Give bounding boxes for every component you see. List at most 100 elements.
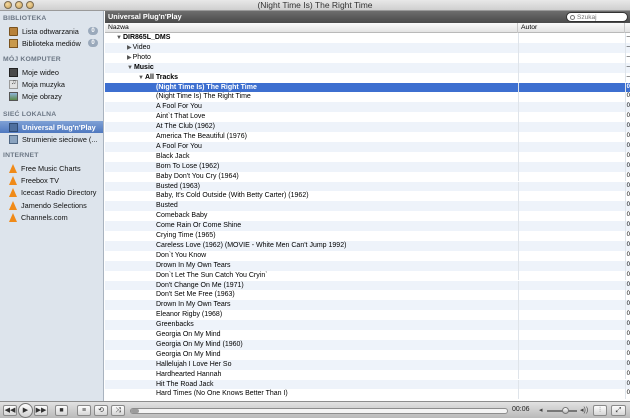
volume-high-icon: ◂)) [580, 407, 589, 414]
track-row[interactable]: Black Jack 0 [105, 151, 630, 162]
sidebar-item[interactable]: Icecast Radio Directory [0, 187, 103, 199]
previous-button[interactable]: ◀◀ [3, 405, 17, 416]
sidebar-item-label: Jamendo Selections [21, 200, 87, 210]
volume-slider-knob[interactable] [561, 407, 569, 414]
track-row[interactable]: Hallelujah I Love Her So 0 [105, 359, 630, 370]
tree-row[interactable]: ▶Video – [105, 42, 630, 53]
media-list[interactable]: ▼DIR865L_DMS – ▶Video – ▶Photo – ▼Music – ▼All T… [105, 33, 630, 401]
fullscreen-button[interactable]: ⤢ [611, 405, 626, 416]
extra-cell: 0 [625, 92, 630, 103]
sidebar-item[interactable]: Biblioteka mediów 0 [0, 37, 103, 49]
equalizer-button[interactable]: ⫶ [593, 405, 607, 416]
track-row[interactable]: Don't Change On Me (1971) 0 [105, 280, 630, 291]
stop-button[interactable]: ■ [55, 405, 68, 416]
next-button[interactable]: ▶▶ [34, 405, 48, 416]
column-header-name[interactable]: Nazwa [105, 23, 518, 33]
track-title: Don`t Let The Sun Catch You Cryin` [156, 271, 268, 279]
sidebar-item[interactable]: Moja muzyka [0, 78, 103, 90]
track-row[interactable]: At The Club (1962) 0 [105, 122, 630, 132]
extra-cell: – [625, 42, 630, 53]
disclosure-expanded-icon[interactable]: ▼ [127, 65, 133, 71]
author-cell [518, 290, 625, 301]
extra-cell: 0 [625, 389, 630, 400]
stop-icon: ■ [59, 407, 64, 414]
track-row[interactable]: Come Rain Or Come Shine 0 [105, 221, 630, 231]
sidebar-item[interactable]: Moje obrazy [0, 91, 103, 103]
progress-fill [131, 409, 139, 413]
track-title: Georgia On My Mind (1960) [156, 340, 243, 348]
track-row[interactable]: Baby Don't You Cry (1964) 0 [105, 171, 630, 182]
tree-row[interactable]: ▶Photo – [105, 52, 630, 63]
disclosure-expanded-icon[interactable]: ▼ [116, 35, 122, 41]
track-row[interactable]: Busted (1963) 0 [105, 181, 630, 192]
track-row[interactable]: Hard Times (No One Knows Better Than I) 0 [105, 389, 630, 400]
tree-node-label: Photo [132, 53, 151, 61]
track-row[interactable]: Careless Love (1962) (MOVIE - White Men … [105, 240, 630, 251]
time-display: 00:06 [512, 406, 530, 413]
progress-bar[interactable] [130, 408, 508, 414]
tree-row[interactable]: ▼DIR865L_DMS – [105, 33, 630, 43]
author-cell [518, 132, 625, 142]
track-row[interactable]: Don't Set Me Free (1963) 0 [105, 290, 630, 301]
author-cell [518, 171, 625, 182]
shuffle-icon: ⤨ [115, 407, 121, 414]
sidebar-item[interactable]: Strumienie sieciowe (... [0, 133, 103, 145]
column-header-author[interactable]: Autor [518, 23, 625, 33]
author-cell [518, 300, 625, 311]
disclosure-collapsed-icon[interactable]: ▶ [127, 55, 132, 61]
video-icon [9, 67, 18, 77]
playlist-toggle-button[interactable]: ≡ [77, 405, 91, 416]
sidebar-item[interactable]: Free Music Charts [0, 162, 103, 174]
tree-row[interactable]: ▼All Tracks – [105, 72, 630, 83]
disclosure-expanded-icon[interactable]: ▼ [138, 75, 144, 81]
track-row[interactable]: (Night Time Is) The Right Time 0 [105, 82, 630, 93]
shuffle-button[interactable]: ⤨ [111, 405, 125, 416]
tree-row[interactable]: ▼Music – [105, 62, 630, 73]
sidebar-item[interactable]: Lista odtwarzania 0 [0, 25, 103, 37]
track-row[interactable]: Comeback Baby 0 [105, 211, 630, 222]
track-row[interactable]: Drown In My Own Tears 0 [105, 300, 630, 311]
track-row[interactable]: Georgia On My Mind 0 [105, 349, 630, 360]
track-row[interactable]: Georgia On My Mind 0 [105, 330, 630, 340]
search-input[interactable] [577, 13, 625, 21]
track-row[interactable]: (Night Time Is) The Right Time 0 [105, 92, 630, 103]
track-row[interactable]: Georgia On My Mind (1960) 0 [105, 339, 630, 350]
sidebar-item[interactable]: Moje wideo [0, 66, 103, 78]
search-box[interactable] [566, 12, 628, 22]
track-title: Aint`t That Love [156, 113, 206, 121]
track-row[interactable]: Hit The Road Jack 0 [105, 379, 630, 390]
track-row[interactable]: Crying Time (1965) 0 [105, 231, 630, 241]
track-row[interactable]: Eleanor Rigby (1968) 0 [105, 310, 630, 321]
track-row[interactable]: Aint`t That Love 0 [105, 112, 630, 123]
pictures-icon [9, 92, 18, 102]
disclosure-collapsed-icon[interactable]: ▶ [127, 45, 132, 51]
track-row[interactable]: A Fool For You 0 [105, 141, 630, 152]
extra-cell: 0 [625, 141, 630, 152]
author-cell [518, 151, 625, 162]
sidebar-item[interactable]: Universal Plug'n'Play [0, 121, 103, 133]
play-button[interactable]: ▶ [18, 403, 33, 418]
sidebar-item-label: Lista odtwarzania [22, 26, 79, 36]
track-row[interactable]: Baby, It's Cold Outside (With Betty Cart… [105, 191, 630, 202]
extra-cell: – [625, 72, 630, 83]
sidebar-item[interactable]: Channels.com [0, 212, 103, 224]
extra-cell: 0 [625, 82, 630, 93]
sidebar-item-label: Moje wideo [22, 67, 59, 77]
track-row[interactable]: Don`t Let The Sun Catch You Cryin` 0 [105, 270, 630, 281]
track-row[interactable]: Hardhearted Hannah 0 [105, 369, 630, 380]
sidebar-section-header: SIEĆ LOKALNA [3, 111, 57, 118]
track-row[interactable]: America The Beautiful (1976) 0 [105, 132, 630, 142]
sidebar-item[interactable]: Freebox TV [0, 174, 103, 186]
author-cell [518, 122, 625, 132]
repeat-button[interactable]: ⟲ [94, 405, 108, 416]
tree-node-label: Music [133, 63, 154, 71]
track-row[interactable]: Don`t You Know 0 [105, 250, 630, 261]
extra-cell: 0 [625, 240, 630, 251]
track-row[interactable]: Busted 0 [105, 201, 630, 212]
sidebar: BIBLIOTEKA Lista odtwarzania 0 Biblioteka m… [0, 11, 104, 401]
track-row[interactable]: Greenbacks 0 [105, 320, 630, 330]
track-row[interactable]: Born To Lose (1962) 0 [105, 161, 630, 172]
track-row[interactable]: Drown In My Own Tears 0 [105, 260, 630, 271]
track-row[interactable]: A Fool For You 0 [105, 102, 630, 113]
sidebar-item[interactable]: Jamendo Selections [0, 199, 103, 211]
